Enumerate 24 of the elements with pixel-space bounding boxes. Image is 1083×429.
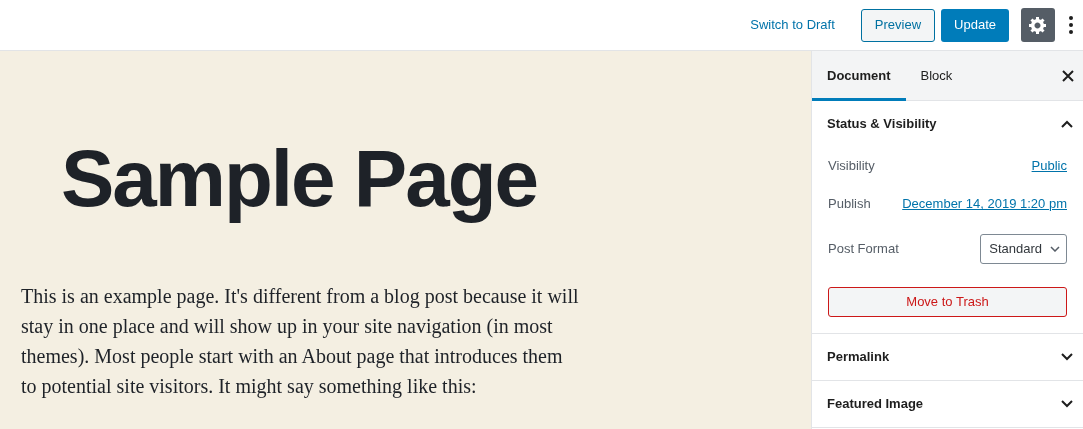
- field-label: Publish: [828, 195, 871, 214]
- gear-icon: [1028, 15, 1048, 35]
- move-to-trash-button[interactable]: Move to Trash: [828, 287, 1067, 317]
- post-format-select[interactable]: Standard: [980, 234, 1067, 264]
- value-link[interactable]: December 14, 2019 1:20 pm: [902, 194, 1067, 214]
- chevron-up-icon: [1061, 120, 1073, 128]
- field-label: Visibility: [828, 157, 875, 176]
- sidebar-tab[interactable]: Block: [905, 51, 968, 101]
- panel-header[interactable]: Permalink: [812, 334, 1083, 380]
- panel-header[interactable]: Featured Image: [812, 381, 1083, 427]
- value-link[interactable]: Public: [1031, 156, 1067, 176]
- sidebar-tab[interactable]: Document: [812, 51, 906, 101]
- close-icon[interactable]: [1062, 69, 1074, 82]
- chevron-down-icon: [1061, 353, 1073, 361]
- more-options-icon[interactable]: [1069, 16, 1073, 34]
- preview-button[interactable]: Preview: [860, 8, 936, 42]
- chevron-down-icon: [1061, 400, 1073, 408]
- page-paragraph[interactable]: This is an example page. It's different from a blog post because it will stay in one place and will show up in your site navigation (in most themes). Most people start with an About page that introduces them to potential site visitors. It might say something like this:: [21, 281, 581, 401]
- panel-header[interactable]: Status & Visibility: [812, 101, 1083, 147]
- field-label: Post Format: [828, 240, 899, 259]
- settings-button[interactable]: [1021, 8, 1055, 42]
- update-button[interactable]: Update: [941, 8, 1009, 42]
- switch-to-draft-link[interactable]: Switch to Draft: [750, 15, 835, 35]
- chevron-down-icon: [1050, 246, 1060, 252]
